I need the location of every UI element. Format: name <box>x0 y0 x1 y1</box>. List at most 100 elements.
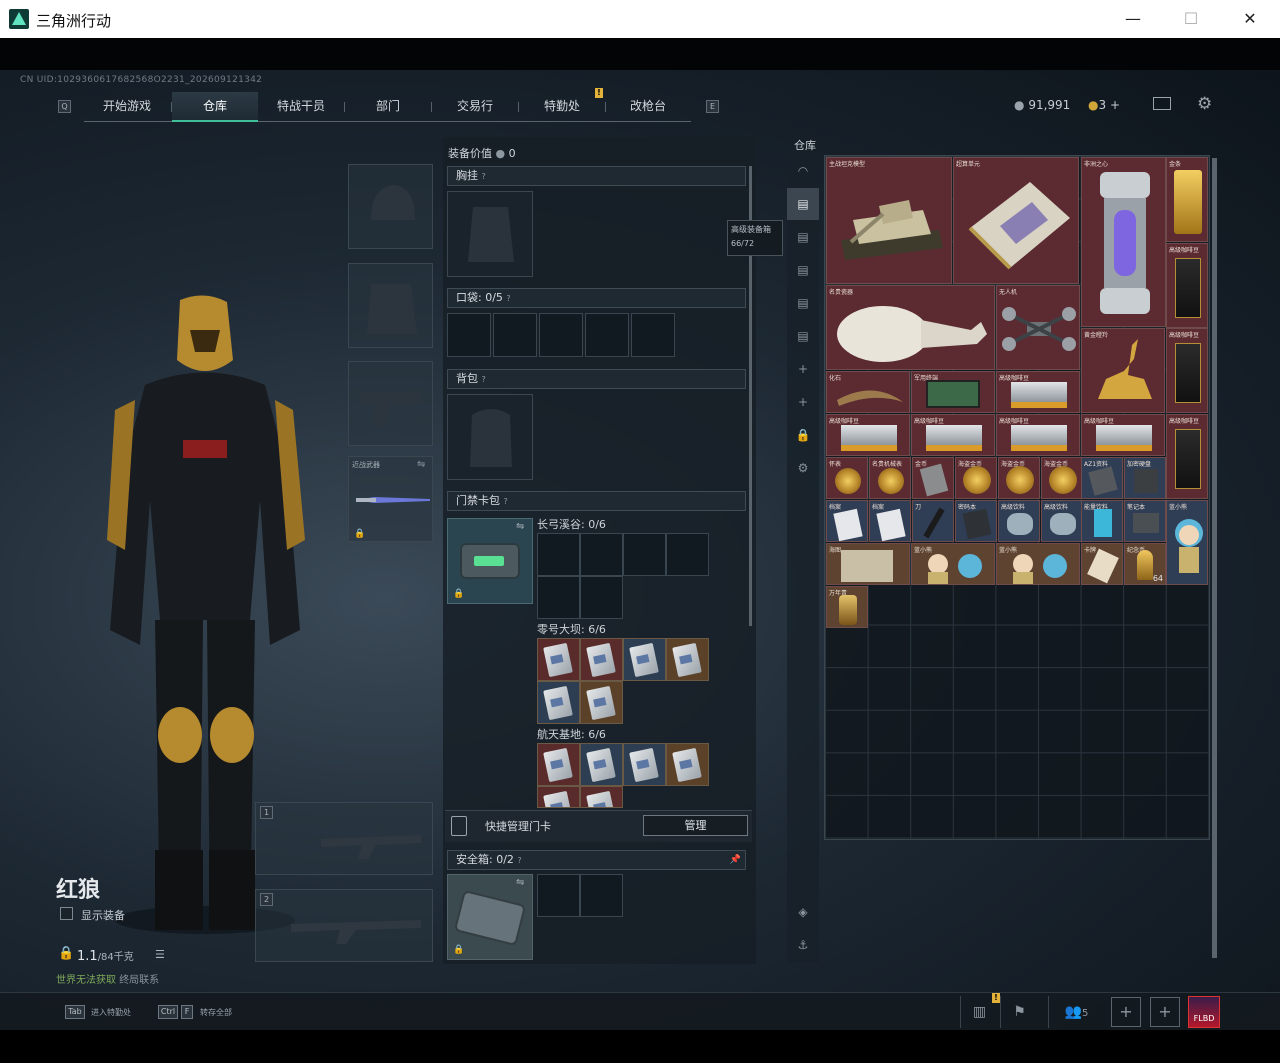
tab-special-ops[interactable]: 特勤处 <box>519 92 605 122</box>
warehouse-item[interactable]: 档案 <box>869 500 911 542</box>
armor-slot[interactable] <box>348 263 433 348</box>
safe-box-slot[interactable]: ⇋ 🔒 <box>447 874 533 960</box>
keycard-item[interactable] <box>537 743 580 786</box>
layers-icon[interactable]: ◈ <box>787 896 819 928</box>
warehouse-item[interactable]: 高级咖啡豆 <box>996 414 1080 456</box>
warehouse-page-3-icon[interactable]: ▤ <box>787 254 819 286</box>
help-icon[interactable]: ? <box>504 497 508 506</box>
warehouse-item[interactable]: 蓝小熊 <box>996 543 1080 585</box>
tab-trading[interactable]: 交易行 <box>432 92 518 122</box>
settings-gear-icon[interactable]: ⚙ <box>1197 94 1212 114</box>
warehouse-item[interactable]: 高级咖啡豆 <box>911 414 995 456</box>
flag-icon[interactable]: ⚑ <box>1000 996 1038 1028</box>
player-avatar[interactable]: FLBD <box>1188 996 1220 1028</box>
keycard-item[interactable] <box>537 681 580 724</box>
warehouse-item[interactable]: 高级咖啡豆 <box>1081 414 1165 456</box>
pocket-cell[interactable] <box>447 313 491 357</box>
warehouse-all-icon[interactable]: ◠ <box>787 155 819 187</box>
warehouse-item[interactable]: 黄金瞪羚 <box>1081 328 1165 413</box>
warehouse-item[interactable]: 高级咖啡豆 <box>996 371 1080 413</box>
keycard-wallet-slot[interactable]: ⇋ 🔒 <box>447 518 533 604</box>
warehouse-item[interactable]: 海盗金币 <box>955 457 997 499</box>
warehouse-item[interactable]: 刀 <box>912 500 954 542</box>
swap-icon[interactable]: ⇋ <box>417 459 425 470</box>
keycard-item[interactable] <box>537 786 580 808</box>
keycard-cell[interactable] <box>580 533 623 576</box>
ticket-balance[interactable]: ●3 + <box>1088 98 1120 112</box>
warehouse-item[interactable]: 金币 <box>912 457 954 499</box>
keycard-cell[interactable] <box>580 576 623 619</box>
warehouse-item[interactable]: 高级咖啡豆 <box>1166 414 1208 499</box>
warehouse-item[interactable]: 化石 <box>826 371 910 413</box>
anchor-icon[interactable]: ⚓ <box>787 929 819 961</box>
pocket-cell[interactable] <box>539 313 583 357</box>
warehouse-page-5-icon[interactable]: ▤ <box>787 320 819 352</box>
warehouse-item[interactable]: 超算单元 <box>953 157 1079 284</box>
warehouse-item[interactable]: 无人机 <box>996 285 1080 370</box>
tab-warehouse[interactable]: 仓库 <box>172 92 258 122</box>
keycard-cell[interactable] <box>666 533 709 576</box>
melee-slot[interactable]: 近战武器 ⇋ 🔒 <box>348 456 433 542</box>
keycard-item[interactable] <box>580 638 623 681</box>
lock-page-icon[interactable]: 🔒 <box>787 419 819 451</box>
warehouse-item[interactable]: 海盗金币 <box>1041 457 1083 499</box>
pistol-slot[interactable] <box>348 361 433 446</box>
keycard-item[interactable] <box>623 638 666 681</box>
warehouse-item[interactable]: 主战坦克模型 <box>826 157 952 284</box>
keycard-cell[interactable] <box>623 533 666 576</box>
warehouse-item[interactable]: 非洲之心 <box>1081 157 1166 327</box>
list-icon[interactable]: ☰ <box>155 948 165 961</box>
mail-icon[interactable] <box>1153 97 1171 110</box>
warehouse-item[interactable]: 纪念币 64 <box>1124 543 1166 585</box>
warehouse-item[interactable]: 名贵瓷器 <box>826 285 995 370</box>
warehouse-item[interactable]: 怀表 <box>826 457 868 499</box>
primary-weapon-slot-2[interactable]: 2 <box>255 889 433 962</box>
warehouse-page-1-icon[interactable]: ▤ <box>787 188 819 220</box>
chest-rig-slot[interactable] <box>447 191 533 277</box>
pocket-cell[interactable] <box>493 313 537 357</box>
warehouse-item[interactable]: 档案 <box>826 500 868 542</box>
safe-box-cell[interactable] <box>580 874 623 917</box>
warehouse-item[interactable]: 名贵机械表 <box>869 457 911 499</box>
tab-hint-label[interactable]: 进入特勤处 <box>91 1007 131 1018</box>
warehouse-scrollbar[interactable] <box>1212 158 1217 958</box>
transfer-all-label[interactable]: 转存全部 <box>200 1007 232 1018</box>
backpack-slot[interactable] <box>447 394 533 480</box>
help-icon[interactable]: ? <box>506 294 510 303</box>
helmet-slot[interactable] <box>348 164 433 249</box>
warehouse-item[interactable]: 海盗金币 <box>998 457 1040 499</box>
warehouse-item[interactable]: AZ1资料 <box>1081 457 1123 499</box>
help-icon[interactable]: ? <box>517 856 521 865</box>
keycard-cell[interactable] <box>537 576 580 619</box>
warehouse-item[interactable]: 蓝小熊 <box>1166 500 1208 585</box>
warehouse-item[interactable]: 军用终端 <box>911 371 995 413</box>
keycard-item[interactable] <box>580 786 623 808</box>
tab-gunsmith[interactable]: 改枪台 <box>605 92 691 122</box>
warehouse-item[interactable]: 高级咖啡豆 <box>1166 328 1208 413</box>
pin-icon[interactable]: 📌 <box>730 851 741 869</box>
swap-icon[interactable]: ⇋ <box>516 877 524 888</box>
warehouse-item[interactable]: 高级饮料 <box>1041 500 1083 542</box>
keycard-item[interactable] <box>580 743 623 786</box>
add-page-icon[interactable]: + <box>787 386 819 418</box>
warehouse-item[interactable]: 笔记本 <box>1124 500 1166 542</box>
close-button[interactable]: ✕ <box>1238 8 1262 30</box>
maximize-button[interactable]: ☐ <box>1179 8 1203 30</box>
pocket-cell[interactable] <box>631 313 675 357</box>
swap-icon[interactable]: ⇋ <box>516 521 524 532</box>
warehouse-page-2-icon[interactable]: ▤ <box>787 221 819 253</box>
keycard-item[interactable] <box>666 743 709 786</box>
add-teammate-button[interactable]: + <box>1111 997 1141 1027</box>
keycard-cell[interactable] <box>537 533 580 576</box>
keycard-item[interactable] <box>623 743 666 786</box>
pocket-cell[interactable] <box>585 313 629 357</box>
warehouse-item[interactable]: 高级饮料 <box>998 500 1040 542</box>
keycard-item[interactable] <box>537 638 580 681</box>
tab-start-game[interactable]: 开始游戏 <box>84 92 170 122</box>
keycard-item[interactable] <box>580 681 623 724</box>
safe-box-cell[interactable] <box>537 874 580 917</box>
warehouse-item[interactable]: 蓝小熊 <box>911 543 995 585</box>
warehouse-item[interactable]: 密码本 <box>955 500 997 542</box>
squad-icon[interactable]: 👥5 <box>1048 996 1104 1028</box>
warehouse-item[interactable]: 加密硬盘 <box>1124 457 1166 499</box>
